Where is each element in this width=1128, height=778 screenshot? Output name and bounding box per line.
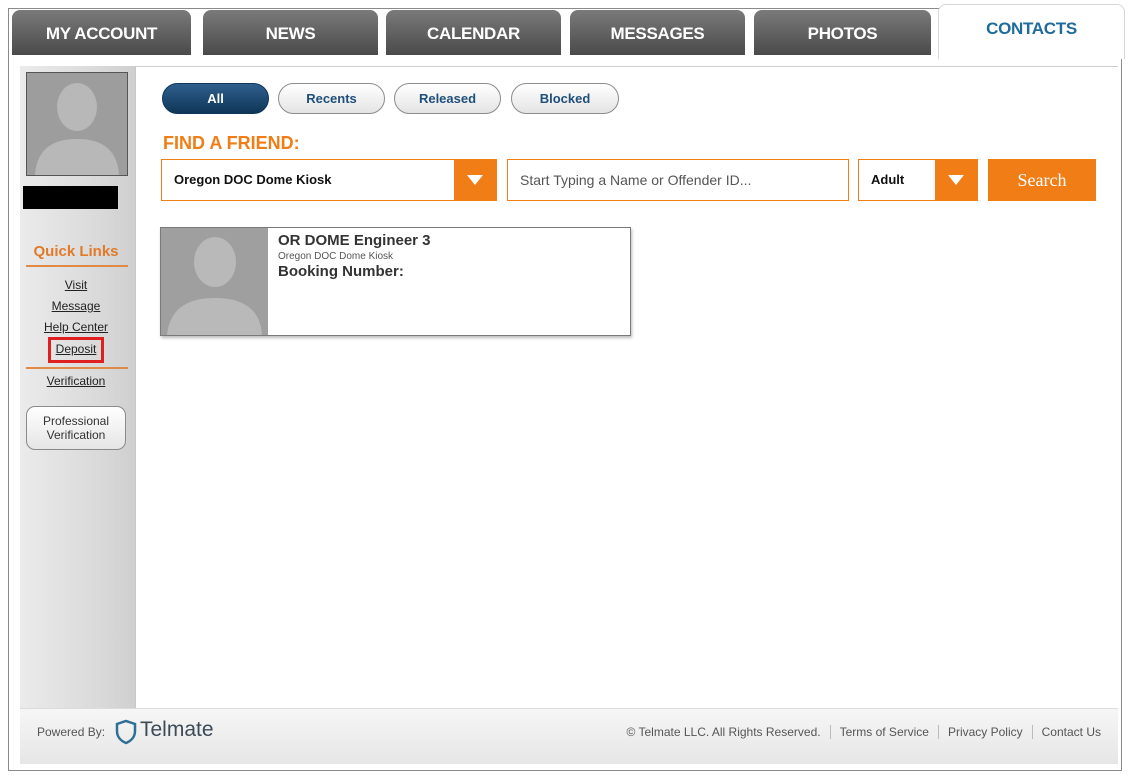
age-group-value: Adult [871,172,905,187]
filter-blocked-button[interactable]: Blocked [511,83,619,114]
contact-photo [161,228,268,335]
telmate-shield-icon [115,719,137,745]
tab-divider [20,66,1118,67]
contact-booking-number: Booking Number: [278,263,404,280]
tab-photos[interactable]: PHOTOS [754,10,931,55]
link-message[interactable]: Message [20,299,132,313]
tab-my-account[interactable]: MY ACCOUNT [12,10,191,55]
copyright-text: © Telmate LLC. All Rights Reserved. [626,725,821,739]
quick-links-divider [26,265,128,267]
chevron-down-icon[interactable] [935,160,977,200]
age-group-select[interactable]: Adult [858,159,978,201]
search-button[interactable]: Search [988,159,1096,201]
find-friend-title: FIND A FRIEND: [163,133,300,153]
powered-by-label: Powered By: [37,725,106,739]
contact-facility: Oregon DOC Dome Kiosk [278,251,394,262]
person-silhouette-icon [161,228,268,335]
professional-verification-button[interactable]: Professional Verification [26,406,126,450]
person-silhouette-icon [27,73,127,175]
link-help-center[interactable]: Help Center [20,320,132,334]
page-frame [8,8,1122,771]
search-input[interactable] [507,159,849,201]
chevron-down-icon[interactable] [454,160,496,200]
contact-card[interactable]: OR DOME Engineer 3 Oregon DOC Dome Kiosk… [160,227,631,336]
link-visit[interactable]: Visit [20,278,132,292]
telmate-logo: Telmate [140,718,214,741]
tab-messages[interactable]: MESSAGES [570,10,745,55]
tab-news[interactable]: NEWS [203,10,378,55]
quick-links-divider-bottom [26,367,128,369]
footer: Powered By: Telmate © Telmate LLC. All R… [20,708,1118,764]
terms-of-service-link[interactable]: Terms of Service [829,725,938,739]
redacted-username [23,186,118,209]
filter-recents-button[interactable]: Recents [278,83,385,114]
tab-contacts[interactable]: CONTACTS [938,4,1125,59]
link-verification[interactable]: Verification [20,374,132,388]
facility-select-value: Oregon DOC Dome Kiosk [174,172,332,187]
privacy-policy-link[interactable]: Privacy Policy [937,725,1032,739]
filter-all-button[interactable]: All [162,83,269,114]
user-avatar[interactable] [26,72,128,176]
contact-name: OR DOME Engineer 3 [278,232,431,249]
footer-links: © Telmate LLC. All Rights Reserved. Term… [618,725,1110,739]
facility-select[interactable]: Oregon DOC Dome Kiosk [161,159,497,201]
link-deposit[interactable]: Deposit [20,342,132,356]
tab-calendar[interactable]: CALENDAR [386,10,561,55]
filter-released-button[interactable]: Released [394,83,501,114]
contact-us-link[interactable]: Contact Us [1031,725,1110,739]
quick-links-title: Quick Links [33,243,119,260]
sidebar: Quick Links Visit Message Help Center De… [20,66,136,708]
